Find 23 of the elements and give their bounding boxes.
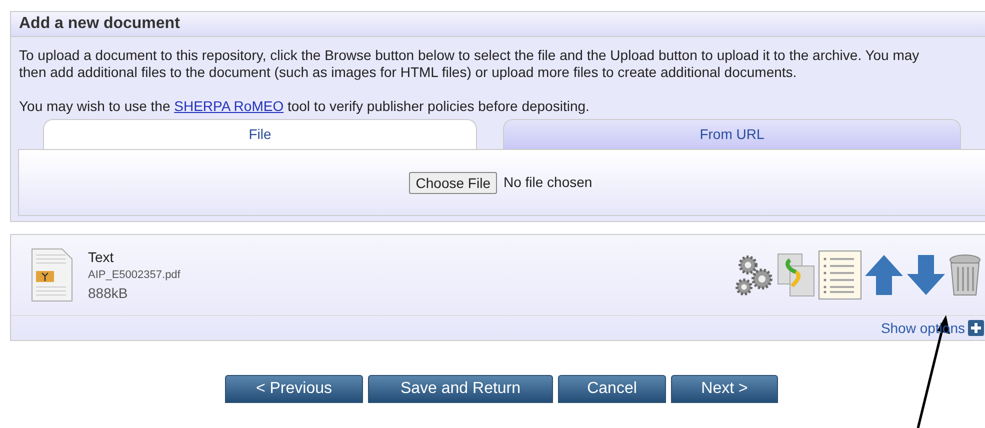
nav-button[interactable]: < Previous xyxy=(225,375,363,403)
list-icon[interactable] xyxy=(818,250,862,300)
format-label: Text xyxy=(88,248,115,266)
nav-button[interactable]: Cancel xyxy=(558,375,666,403)
plus-icon[interactable] xyxy=(968,320,984,336)
intro-text: To upload a document to this repository, click the Browse button below to select the file and the Upload button to upload it to the archive. You may then add additional files to the document (such as images for HTML files) or upload more files to create additional documents. xyxy=(19,47,920,81)
convert-icon[interactable] xyxy=(776,252,816,298)
filename: AIP_E5002357.pdf xyxy=(88,268,180,283)
tab[interactable]: File xyxy=(43,119,477,149)
arrow-down-icon[interactable] xyxy=(906,254,946,296)
hint-text: You may wish to use the SHERPA RoMEO tool to verify publisher policies before depositing. xyxy=(19,98,590,115)
file-status: No file chosen xyxy=(503,173,592,192)
panel-title: Add a new document xyxy=(11,12,985,37)
arrow-up-icon[interactable] xyxy=(864,254,904,296)
nav-button[interactable]: Next > xyxy=(671,375,778,403)
trash-icon[interactable] xyxy=(948,253,982,297)
tab[interactable]: From URL xyxy=(503,119,961,149)
sherpa-link[interactable]: SHERPA RoMEO xyxy=(174,98,284,114)
nav-button[interactable]: Save and Return xyxy=(368,375,553,403)
document-icon xyxy=(30,247,74,303)
choose-file-button[interactable]: Choose File xyxy=(408,172,498,194)
file-size: 888kB xyxy=(88,284,129,302)
gears-icon[interactable] xyxy=(734,253,774,297)
